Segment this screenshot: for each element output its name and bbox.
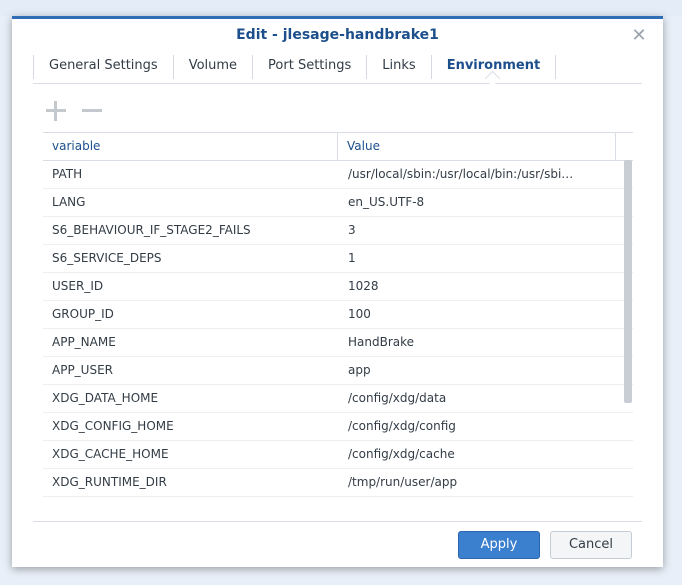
table-row[interactable]: USER_ID 1028 bbox=[43, 273, 633, 301]
table-row[interactable]: XDG_CACHE_HOME/config/xdg/cache bbox=[43, 441, 633, 469]
table-row[interactable]: APP_NAME HandBrake bbox=[43, 329, 633, 357]
apply-button[interactable]: Apply bbox=[458, 531, 540, 559]
cell-value[interactable]: HandBrake bbox=[338, 329, 620, 356]
column-header-value[interactable]: Value bbox=[338, 133, 616, 160]
plus-icon[interactable] bbox=[44, 99, 68, 123]
table-row[interactable]: GROUP_ID 100 bbox=[43, 301, 633, 329]
cell-value[interactable]: 3 bbox=[338, 217, 620, 244]
cell-value[interactable]: en_US.UTF-8 bbox=[338, 189, 620, 216]
minus-icon-bar bbox=[82, 109, 102, 112]
cell-variable[interactable]: APP_USER bbox=[43, 357, 338, 384]
close-icon[interactable]: ✕ bbox=[631, 27, 647, 45]
environment-table: variable Value PATH/usr/local/sbin:/usr/… bbox=[43, 132, 633, 497]
table-row[interactable]: XDG_CONFIG_HOME/config/xdg/config bbox=[43, 413, 633, 441]
cell-value[interactable]: /usr/local/sbin:/usr/local/bin:/usr/sbi… bbox=[338, 161, 620, 188]
minus-icon[interactable] bbox=[80, 99, 104, 123]
cell-value[interactable]: 1028 bbox=[338, 273, 620, 300]
edit-dialog: Edit - jlesage-handbrake1 ✕ General Sett… bbox=[12, 16, 663, 567]
table-header: variable Value bbox=[43, 133, 633, 161]
cell-variable[interactable]: S6_SERVICE_DEPS bbox=[43, 245, 338, 272]
table-row[interactable]: S6_SERVICE_DEPS 1 bbox=[43, 245, 633, 273]
cell-value[interactable]: /tmp/run/user/app bbox=[338, 469, 620, 496]
tab-links[interactable]: Links bbox=[367, 55, 432, 79]
table-row[interactable]: XDG_DATA_HOME/config/xdg/data bbox=[43, 385, 633, 413]
cell-value[interactable]: 100 bbox=[338, 301, 620, 328]
tab-port-settings[interactable]: Port Settings bbox=[253, 55, 368, 79]
table-row[interactable]: PATH/usr/local/sbin:/usr/local/bin:/usr/… bbox=[43, 161, 633, 189]
cell-variable[interactable]: APP_NAME bbox=[43, 329, 338, 356]
table-body: PATH/usr/local/sbin:/usr/local/bin:/usr/… bbox=[43, 161, 633, 497]
footer-divider bbox=[33, 521, 642, 522]
tab-environment[interactable]: Environment bbox=[432, 55, 557, 79]
background-strip bbox=[0, 0, 682, 16]
cell-variable[interactable]: XDG_CACHE_HOME bbox=[43, 441, 338, 468]
table-row[interactable]: APP_USER app bbox=[43, 357, 633, 385]
dialog-title: Edit - jlesage-handbrake1 bbox=[236, 27, 439, 43]
tab-general-settings[interactable]: General Settings bbox=[33, 55, 174, 79]
scrollbar-thumb[interactable] bbox=[624, 160, 632, 403]
cell-variable[interactable]: XDG_RUNTIME_DIR bbox=[43, 469, 338, 496]
tab-volume[interactable]: Volume bbox=[174, 55, 254, 79]
cancel-button[interactable]: Cancel bbox=[550, 531, 632, 559]
table-row[interactable]: LANG en_US.UTF-8 bbox=[43, 189, 633, 217]
cell-variable[interactable]: USER_ID bbox=[43, 273, 338, 300]
cell-value[interactable]: /config/xdg/config bbox=[338, 413, 620, 440]
cell-variable[interactable]: LANG bbox=[43, 189, 338, 216]
cell-variable[interactable]: GROUP_ID bbox=[43, 301, 338, 328]
tab-bar: General Settings Volume Port Settings Li… bbox=[33, 55, 642, 84]
cell-variable[interactable]: XDG_CONFIG_HOME bbox=[43, 413, 338, 440]
table-row[interactable]: S6_BEHAVIOUR_IF_STAGE2_FAILS 3 bbox=[43, 217, 633, 245]
cell-variable[interactable]: PATH bbox=[43, 161, 338, 188]
table-row[interactable]: XDG_RUNTIME_DIR/tmp/run/user/app bbox=[43, 469, 633, 497]
cell-value[interactable]: /config/xdg/cache bbox=[338, 441, 620, 468]
plus-icon-vertical bbox=[54, 101, 57, 121]
column-header-variable[interactable]: variable bbox=[43, 133, 338, 160]
toolbar bbox=[44, 99, 116, 123]
cell-variable[interactable]: XDG_DATA_HOME bbox=[43, 385, 338, 412]
cell-value[interactable]: app bbox=[338, 357, 620, 384]
cell-value[interactable]: 1 bbox=[338, 245, 620, 272]
cell-variable[interactable]: S6_BEHAVIOUR_IF_STAGE2_FAILS bbox=[43, 217, 338, 244]
cell-value[interactable]: /config/xdg/data bbox=[338, 385, 620, 412]
